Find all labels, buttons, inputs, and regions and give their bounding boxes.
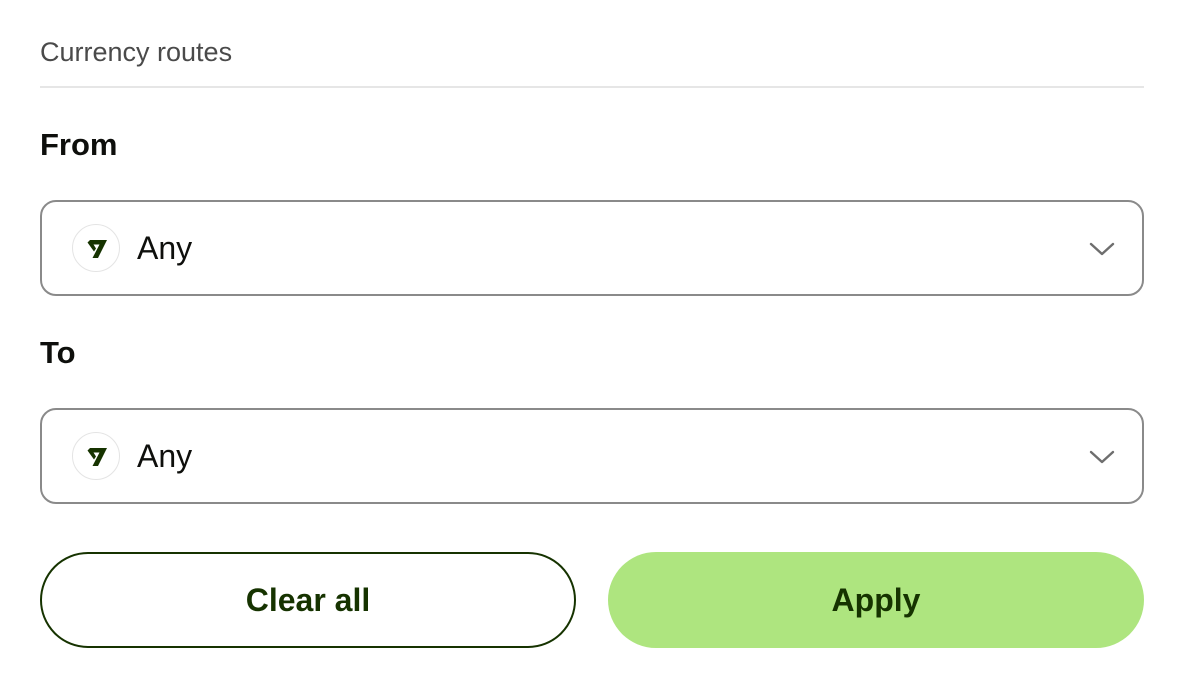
from-currency-select[interactable]: Any <box>40 200 1144 296</box>
clear-all-button[interactable]: Clear all <box>40 552 576 648</box>
section-divider <box>40 86 1144 88</box>
wise-logo-icon <box>72 224 120 272</box>
to-label: To <box>40 335 76 370</box>
currency-routes-panel: Currency routes From Any To Any Clear al… <box>0 0 1178 678</box>
from-label: From <box>40 127 118 162</box>
from-selected-value: Any <box>137 230 193 266</box>
apply-button[interactable]: Apply <box>608 552 1144 648</box>
chevron-down-icon <box>1088 443 1116 476</box>
chevron-down-icon <box>1088 235 1116 268</box>
wise-logo-icon <box>72 432 120 480</box>
section-title: Currency routes <box>40 37 233 67</box>
to-currency-select[interactable]: Any <box>40 408 1144 504</box>
to-selected-value: Any <box>137 438 193 474</box>
